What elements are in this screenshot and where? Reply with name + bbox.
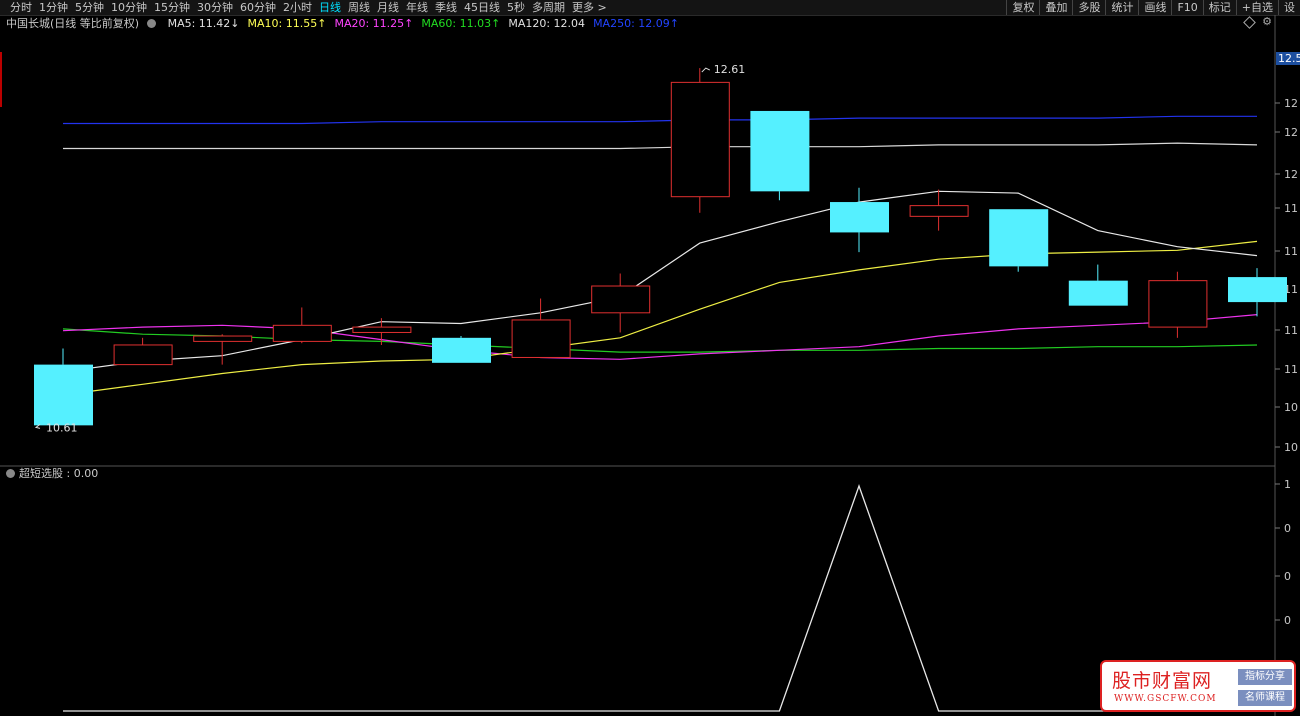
candle-1-body [113, 344, 173, 366]
ma120-line [63, 142, 1258, 150]
period-tab-11[interactable]: 年线 [406, 0, 428, 15]
period-tab-4[interactable]: 15分钟 [154, 0, 190, 15]
indicator-line [63, 484, 1257, 712]
candle-2-body [193, 335, 253, 342]
candle-15-body [1228, 277, 1287, 303]
period-tab-8[interactable]: 日线 [319, 0, 341, 15]
tool-button-4[interactable]: 画线 [1138, 0, 1171, 15]
tool-button-2[interactable]: 多股 [1072, 0, 1105, 15]
price-label-1: 12 [1284, 126, 1298, 139]
period-tab-12[interactable]: 季线 [435, 0, 457, 15]
candle-7-body [591, 285, 651, 314]
period-tab-16[interactable]: 更多 > [572, 0, 607, 15]
tool-button-5[interactable]: F10 [1171, 0, 1202, 15]
period-toolbar: 分时 1分钟 5分钟 10分钟 15分钟 30分钟 60分钟 2小时 日线 周线 月线 年线 季线 45日… [0, 0, 1300, 16]
tool-button-3[interactable]: 统计 [1105, 0, 1138, 15]
logo-url-text: WWW.GSCFW.COM [1114, 694, 1217, 704]
period-tab-1[interactable]: 1分钟 [39, 0, 68, 15]
candle-14-body [1148, 280, 1208, 328]
indicator-toggle-icon[interactable] [6, 469, 15, 478]
ma10-line [62, 240, 1258, 396]
candle-12-body [989, 209, 1049, 267]
logo-main-text: 股市财富网 [1112, 670, 1213, 692]
high-label: 12.61 [714, 63, 746, 76]
candle-11-body [909, 205, 969, 217]
ind-label-2: 0 [1284, 570, 1291, 583]
price-label-6: 11 [1284, 324, 1298, 337]
price-label-8: 10 [1284, 401, 1298, 414]
tool-button-7[interactable]: +自选 [1235, 0, 1278, 15]
ind-label-1: 0 [1284, 522, 1291, 535]
ind-label-0: 1 [1284, 478, 1291, 491]
ma250-line [63, 115, 1257, 125]
logo-tag-share: 指标分享 [1238, 669, 1292, 685]
tool-button-8[interactable]: 设 [1278, 0, 1300, 15]
tool-buttons: 复权 叠加 多股 统计 画线 F10 标记 +自选设 [1006, 0, 1300, 15]
period-tab-10[interactable]: 月线 [377, 0, 399, 15]
price-label-2: 12 [1284, 168, 1298, 181]
period-tab-0[interactable]: 分时 [10, 0, 32, 15]
indicator-label: 超短选股 : 0.00 [19, 467, 99, 480]
price-label-7: 11 [1284, 363, 1298, 376]
period-tab-15[interactable]: 多周期 [532, 0, 565, 15]
period-tab-9[interactable]: 周线 [348, 0, 370, 15]
period-tab-2[interactable]: 5分钟 [75, 0, 104, 15]
period-tabs: 分时 1分钟 5分钟 10分钟 15分钟 30分钟 60分钟 2小时 日线 周线 月线 年线 季线 45日… [10, 0, 614, 15]
price-label-3: 11 [1284, 202, 1298, 215]
candle-5-body [432, 337, 491, 363]
period-tab-6[interactable]: 60分钟 [240, 0, 276, 15]
candle-10-body [830, 202, 889, 233]
period-tab-14[interactable]: 5秒 [507, 0, 525, 15]
ind-label-3: 0 [1284, 614, 1291, 627]
tool-button-1[interactable]: 叠加 [1039, 0, 1072, 15]
price-label-4: 11 [1284, 245, 1298, 258]
left-edge-marker [0, 52, 2, 107]
price-label-0: 12 [1284, 97, 1298, 110]
candle-0-body [34, 364, 93, 426]
tool-button-6[interactable]: 标记 [1202, 0, 1236, 15]
period-tab-7[interactable]: 2小时 [283, 0, 312, 15]
current-price-label: 12.5 [1278, 52, 1300, 65]
candle-9-body [750, 110, 810, 192]
low-label: 10.61 [46, 421, 78, 434]
indicator-title: 超短选股 : 0.00 [6, 467, 98, 481]
candle-3-body [272, 324, 332, 342]
price-label-9: 10 [1284, 441, 1298, 454]
period-tab-13[interactable]: 45日线 [464, 0, 500, 15]
candle-13-body [1068, 280, 1128, 306]
logo-tag-course: 名师课程 [1238, 690, 1292, 706]
watermark-logo: 股市财富网 WWW.GSCFW.COM 指标分享 名师课程 [1100, 660, 1296, 712]
candle-4-body [352, 326, 412, 333]
period-tab-3[interactable]: 10分钟 [111, 0, 147, 15]
candle-6-body [511, 319, 571, 358]
kline-chart[interactable]: 1212121111111111101012.510000012.6110.61 [0, 15, 1300, 716]
candle-8-body [670, 81, 730, 198]
high-arrow [701, 67, 711, 73]
tool-button-0[interactable]: 复权 [1006, 0, 1039, 15]
period-tab-5[interactable]: 30分钟 [197, 0, 233, 15]
